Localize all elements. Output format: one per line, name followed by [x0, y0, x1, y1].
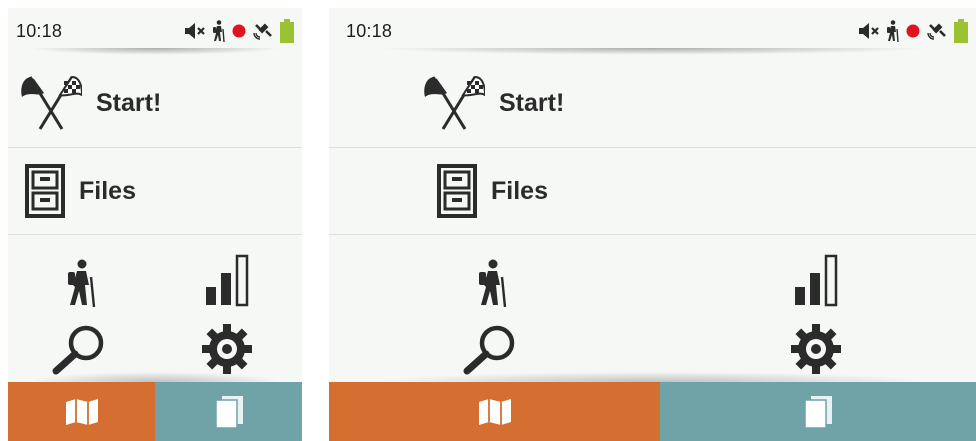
start-label: Start! [499, 88, 565, 117]
satellite-icon [253, 23, 272, 40]
start-label: Start! [96, 88, 162, 117]
device-screen-small: 10:18 Start! Files [8, 8, 302, 441]
status-divider [329, 48, 976, 56]
device-screen-large: 10:18 Start! Files [329, 8, 976, 441]
recording-dot-icon [232, 24, 246, 38]
pages-icon [804, 395, 832, 429]
gear-icon[interactable] [790, 323, 842, 375]
status-icons [858, 17, 968, 45]
files-label: Files [491, 176, 548, 205]
start-row[interactable]: Start! [8, 60, 302, 146]
hiker-icon [887, 20, 899, 42]
clock: 10:18 [346, 21, 393, 41]
status-divider [8, 48, 302, 56]
files-row[interactable]: Files [329, 147, 976, 235]
file-cabinet-icon [437, 164, 477, 218]
map-icon [478, 398, 511, 425]
bottom-tab-bar [8, 382, 302, 441]
clock: 10:18 [16, 21, 63, 41]
app-grid [8, 243, 302, 375]
hiker-icon[interactable] [66, 259, 98, 307]
files-label: Files [79, 176, 136, 205]
battery-icon [280, 19, 294, 43]
file-cabinet-icon [25, 164, 65, 218]
bottom-divider [329, 370, 976, 382]
checkered-flags-icon [21, 75, 82, 130]
signal-bars-icon[interactable] [793, 253, 839, 307]
map-tab[interactable] [329, 382, 660, 441]
app-grid [329, 243, 976, 375]
pages-icon [214, 395, 243, 429]
speaker-muted-icon [185, 23, 205, 39]
speaker-muted-icon [859, 23, 879, 39]
status-icons [184, 17, 294, 45]
pages-tab[interactable] [660, 382, 976, 441]
checkered-flags-icon [424, 75, 485, 130]
bottom-divider [8, 370, 302, 382]
satellite-icon [927, 23, 946, 40]
files-row[interactable]: Files [8, 147, 302, 235]
map-icon [65, 398, 98, 425]
recording-dot-icon [906, 24, 920, 38]
map-tab[interactable] [8, 382, 155, 441]
hiker-icon [213, 20, 225, 42]
hiker-icon[interactable] [477, 259, 509, 307]
bottom-tab-bar [329, 382, 976, 441]
magnifier-icon[interactable] [52, 323, 108, 375]
signal-bars-icon[interactable] [204, 253, 250, 307]
pages-tab[interactable] [155, 382, 302, 441]
gear-icon[interactable] [201, 323, 253, 375]
magnifier-icon[interactable] [463, 323, 519, 375]
start-row[interactable]: Start! [329, 60, 976, 146]
battery-icon [954, 19, 968, 43]
